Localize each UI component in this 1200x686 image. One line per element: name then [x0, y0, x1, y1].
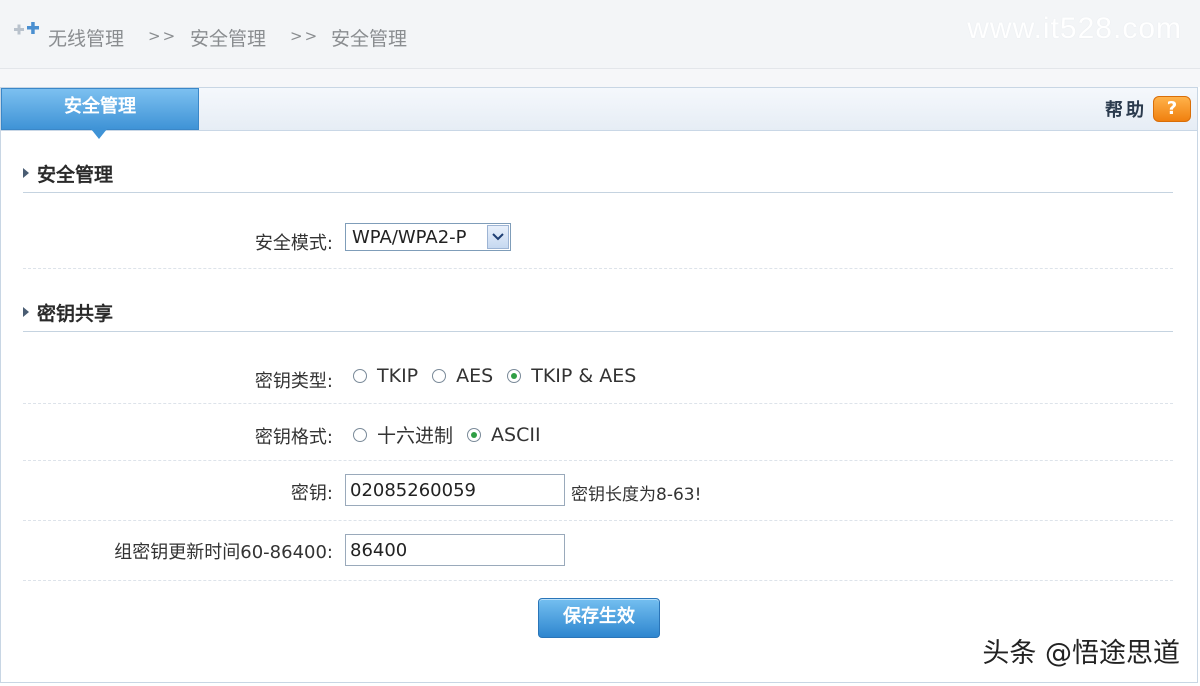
- breadcrumb-separator: >>: [148, 27, 178, 45]
- radio-ascii[interactable]: [467, 427, 482, 442]
- tab-pointer: [91, 129, 107, 139]
- help-button[interactable]: 帮助 ?: [1105, 96, 1191, 122]
- watermark-bottom: 头条 @悟途思道: [982, 638, 1180, 669]
- section-title: 安全管理: [37, 164, 114, 186]
- radio-aes[interactable]: [432, 369, 447, 383]
- plus-icon: [12, 20, 42, 40]
- key-length-hint: 密钥长度为8-63!: [571, 485, 702, 505]
- breadcrumb-item-current: 安全管理: [331, 28, 408, 50]
- breadcrumb-item-security[interactable]: 安全管理: [190, 24, 266, 51]
- radio-label-tkip-aes: TKIP & AES: [531, 365, 637, 387]
- breadcrumb: 无线管理 >> 安全管理 >> 安全管理 www.it528.com: [0, 0, 1200, 69]
- help-label: 帮助: [1105, 100, 1147, 121]
- row-security-mode: 安全模式: WPA/WPA2-P: [23, 208, 1173, 269]
- radio-label-tkip: TKIP: [377, 365, 419, 387]
- tab-bar: 安全管理 帮助 ?: [1, 88, 1197, 139]
- triangle-right-icon: [23, 168, 29, 178]
- security-mode-label: 安全模式:: [254, 233, 333, 254]
- security-mode-select[interactable]: WPA/WPA2-P: [345, 223, 511, 251]
- group-rekey-input[interactable]: [345, 534, 565, 566]
- section-header-keyshare: 密钥共享: [23, 295, 1173, 332]
- key-format-radio-group: 十六进制 ASCII: [353, 421, 555, 448]
- radio-hex[interactable]: [353, 427, 367, 442]
- security-panel: 安全管理 帮助 ? 安全管理 安全模式: WPA/WPA2-P 密钥共享 密钥类…: [0, 87, 1198, 683]
- key-label: 密钥:: [290, 483, 333, 504]
- spacer: [0, 69, 1200, 87]
- triangle-right-icon: [23, 307, 29, 317]
- security-mode-value: WPA/WPA2-P: [352, 227, 467, 248]
- radio-label-aes: AES: [456, 365, 494, 387]
- group-rekey-label: 组密钥更新时间60-86400:: [114, 542, 333, 563]
- section-title: 密钥共享: [37, 303, 114, 325]
- watermark-top: www.it528.com: [967, 12, 1182, 45]
- save-button[interactable]: 保存生效: [538, 598, 660, 638]
- breadcrumb-separator: >>: [290, 27, 320, 45]
- radio-tkip[interactable]: [353, 369, 367, 383]
- question-icon: ?: [1153, 96, 1191, 122]
- key-format-label: 密钥格式:: [254, 427, 333, 448]
- row-key-type: 密钥类型: TKIP AES TKIP & AES: [23, 348, 1173, 404]
- tab-security[interactable]: 安全管理: [1, 88, 199, 130]
- row-group-rekey: 组密钥更新时间60-86400:: [23, 520, 1173, 581]
- radio-tkip-aes[interactable]: [507, 369, 522, 383]
- row-key: 密钥: 密钥长度为8-63!: [23, 460, 1173, 521]
- key-type-radio-group: TKIP AES TKIP & AES: [353, 365, 650, 387]
- key-input[interactable]: [345, 474, 565, 506]
- key-type-label: 密钥类型:: [254, 371, 333, 392]
- radio-label-ascii: ASCII: [491, 423, 541, 446]
- breadcrumb-item-wireless[interactable]: 无线管理: [48, 24, 124, 51]
- radio-label-hex: 十六进制: [377, 425, 454, 447]
- section-header-security: 安全管理: [23, 156, 1173, 193]
- chevron-down-icon[interactable]: [487, 225, 509, 249]
- row-key-format: 密钥格式: 十六进制 ASCII: [23, 403, 1173, 461]
